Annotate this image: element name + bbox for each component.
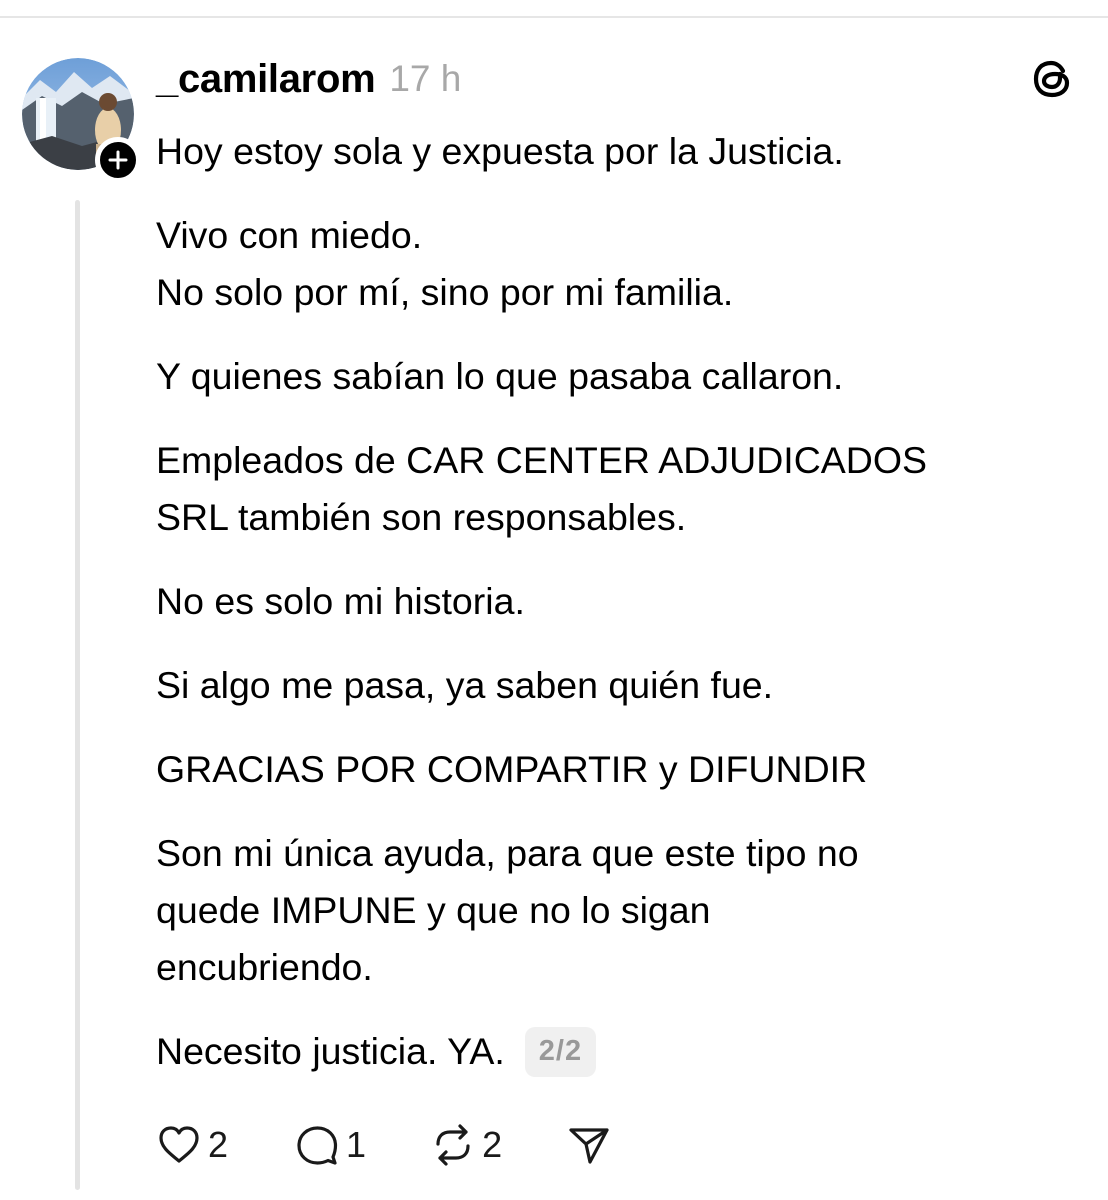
comment-icon: [297, 1126, 338, 1165]
send-icon: [569, 1128, 609, 1164]
thread-position-badge: 2/2: [524, 1026, 597, 1077]
post-header: _camilarom 17 h: [156, 52, 461, 106]
repost-icon: [436, 1124, 470, 1166]
post-paragraph: Vivo con miedo.: [156, 214, 423, 256]
reply-count: 1: [346, 1124, 367, 1165]
like-count: 2: [208, 1124, 229, 1165]
plus-icon: [108, 150, 128, 170]
post-paragraph: GRACIAS POR COMPARTIR y DIFUNDIR: [156, 748, 868, 790]
avatar-container[interactable]: [22, 58, 141, 183]
post-paragraph: quede IMPUNE y que no lo sigan: [156, 889, 711, 931]
repost-count: 2: [482, 1124, 503, 1165]
post-paragraph: No es solo mi historia.: [156, 580, 525, 622]
like-button[interactable]: 2: [156, 1122, 228, 1168]
post-paragraph: Empleados de CAR CENTER ADJUDICADOS: [156, 439, 928, 481]
username[interactable]: _camilarom: [156, 57, 376, 102]
top-divider: [0, 16, 1108, 18]
repost-button[interactable]: 2: [430, 1122, 502, 1168]
post-paragraph: Necesito justicia. YA.: [156, 1030, 505, 1072]
action-bar: 2 1 2: [156, 1118, 612, 1172]
post-paragraph: Y quienes sabían lo que pasaba callaron.: [156, 355, 844, 397]
post-paragraph: encubriendo.: [156, 946, 373, 988]
threads-logo-icon[interactable]: [1030, 56, 1076, 102]
post-body: Hoy estoy sola y expuesta por la Justici…: [156, 123, 1076, 1080]
follow-button[interactable]: [95, 137, 141, 183]
post-paragraph: SRL también son responsables.: [156, 496, 687, 538]
post-last-line: Necesito justicia. YA. 2/2: [156, 1023, 1076, 1080]
reply-button[interactable]: 1: [294, 1122, 366, 1168]
post-paragraph: Son mi única ayuda, para que este tipo n…: [156, 832, 859, 874]
post-paragraph: Hoy estoy sola y expuesta por la Justici…: [156, 130, 844, 172]
heart-icon: [159, 1126, 199, 1163]
post-paragraph: No solo por mí, sino por mi familia.: [156, 271, 734, 313]
timestamp: 17 h: [389, 58, 462, 99]
post-paragraph: Si algo me pasa, ya saben quién fue.: [156, 664, 774, 706]
thread-line: [75, 200, 80, 1190]
share-button[interactable]: [566, 1122, 612, 1168]
